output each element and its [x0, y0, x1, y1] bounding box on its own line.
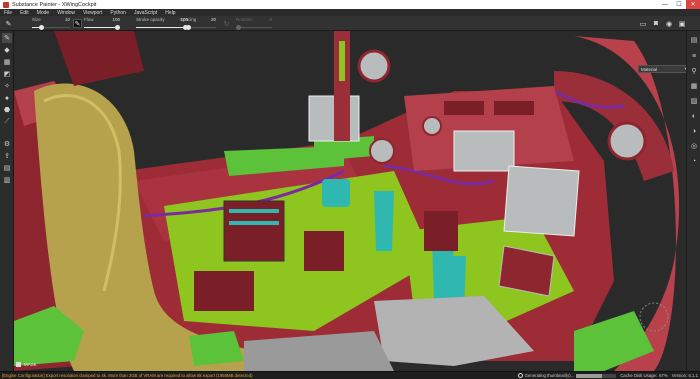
- rotation-value: 0: [269, 17, 272, 22]
- app-logo-icon: [3, 1, 9, 8]
- joystick-left: [374, 191, 394, 251]
- rotation-slider-knob: [236, 25, 241, 30]
- material-mode-value: Material: [641, 66, 658, 72]
- eraser-icon[interactable]: ◆: [2, 45, 12, 55]
- spacing-slider-knob[interactable]: [186, 25, 191, 30]
- tool-properties-bar: ✎ Size 10 ✎ Flow 100 Stroke opacity 100 …: [0, 16, 700, 31]
- size-value: 10: [64, 17, 70, 22]
- title-bar: Substance Painter - XWingCockpit — ☐ ✕: [0, 0, 700, 9]
- status-right: Generating thumbnail(s)... Cache Disk Us…: [517, 373, 698, 378]
- menu-window[interactable]: Window: [57, 10, 75, 16]
- maximize-button[interactable]: ☐: [672, 0, 686, 9]
- screenshot-icon[interactable]: ◙: [650, 18, 662, 30]
- color-picker-icon[interactable]: ⟋: [2, 117, 12, 127]
- progress-label: Generating thumbnail(s)...: [524, 373, 575, 378]
- mask-checkbox[interactable]: [16, 362, 21, 367]
- cache-label: Cache Disk Usage:: [620, 373, 658, 378]
- log-icon[interactable]: ◎: [689, 141, 699, 151]
- flow-value: 100: [112, 17, 120, 22]
- layers-panel-icon[interactable]: ≡: [689, 51, 699, 61]
- stroke-opacity-label: Stroke opacity: [136, 17, 165, 22]
- status-bar: [Engine Configuration] Export resolution…: [0, 371, 700, 379]
- rotation-slider: Rotation 0: [236, 17, 272, 30]
- window-controls: — ☐ ✕: [658, 0, 700, 9]
- camera-icon[interactable]: ▭: [637, 18, 649, 30]
- menu-mode[interactable]: Mode: [37, 10, 50, 16]
- menu-javascript[interactable]: JavaScript: [134, 10, 157, 16]
- screen-center: [453, 130, 515, 172]
- shelf-icon[interactable]: ▤: [689, 35, 699, 45]
- status-message: [Engine Configuration] Export resolution…: [2, 373, 253, 378]
- texture-set-icon[interactable]: ▥: [2, 175, 12, 185]
- version-label: Version: 6.1.1: [671, 373, 698, 378]
- size-slider[interactable]: Size 10: [32, 17, 70, 30]
- dial-right: [607, 121, 647, 161]
- spacing-value: 20: [210, 17, 216, 22]
- brush-settings-icon[interactable]: ✎: [4, 19, 13, 28]
- progress-bar: [576, 373, 617, 378]
- size-label: Size: [32, 17, 41, 22]
- menu-file[interactable]: File: [4, 10, 12, 16]
- render-icon[interactable]: ◉: [663, 18, 675, 30]
- flow-label: Flow: [84, 17, 94, 22]
- mask-label: MASK: [24, 362, 37, 367]
- menu-python[interactable]: Python: [110, 10, 126, 16]
- menu-edit[interactable]: Edit: [20, 10, 29, 16]
- color-swatch-icon[interactable]: ✎: [73, 19, 82, 28]
- viewport-mode-icon[interactable]: ▣: [676, 18, 688, 30]
- right-toolbar: ▤ ≡ ⚲ ▦ ▨ ◐ ◑ ◎ ◔: [686, 31, 700, 371]
- shader-settings-icon[interactable]: ◑: [689, 126, 699, 136]
- mask-indicator[interactable]: MASK: [16, 361, 37, 368]
- bake-icon[interactable]: ⚙: [2, 139, 12, 149]
- material-mode-select[interactable]: Material ▾: [638, 65, 686, 73]
- brush-icon[interactable]: ✎: [2, 33, 12, 43]
- menu-viewport[interactable]: Viewport: [83, 10, 102, 16]
- close-button[interactable]: ✕: [686, 0, 700, 9]
- loading-spinner-icon: [517, 373, 523, 378]
- geometry-decal-icon[interactable]: ◩: [2, 69, 12, 79]
- dial-top: [357, 49, 391, 83]
- rotation-lock-icon: ↻: [223, 20, 230, 28]
- spacing-label: Spacing: [180, 17, 197, 22]
- left-toolbar: ✎ ◆ ▦ ◩ ✧ ● ⬣ ⟋ ⚙ ⇪ ▤ ▥: [0, 31, 14, 371]
- clone-icon[interactable]: ●: [2, 93, 12, 103]
- history-icon[interactable]: ▨: [689, 96, 699, 106]
- cockpit-render: [14, 31, 686, 371]
- chevron-down-icon: ▾: [684, 66, 686, 71]
- flow-slider-knob[interactable]: [115, 25, 120, 30]
- size-slider-knob[interactable]: [39, 25, 44, 30]
- menu-bar: File Edit Mode Window Viewport Python Ja…: [0, 9, 700, 16]
- cache-value: 67%: [659, 373, 668, 378]
- export-icon[interactable]: ⇪: [2, 151, 12, 161]
- flow-slider[interactable]: Flow 100: [84, 17, 120, 30]
- viewport-3d[interactable]: Material ▾: [14, 31, 686, 371]
- smudge-icon[interactable]: ✧: [2, 81, 12, 91]
- texture-set-settings-icon[interactable]: ▦: [689, 81, 699, 91]
- progress-bar-fill: [576, 373, 603, 378]
- screen-right: [503, 165, 580, 237]
- display-settings-icon[interactable]: ◐: [689, 111, 699, 121]
- layers-icon[interactable]: ▤: [2, 163, 12, 173]
- polygon-fill-icon[interactable]: ⬣: [2, 105, 12, 115]
- spacing-slider[interactable]: Spacing 20: [180, 17, 216, 30]
- teal-box: [322, 179, 350, 207]
- menu-help[interactable]: Help: [165, 10, 175, 16]
- viewport-top-icons: ▭ ◙ ◉ ▣: [636, 16, 688, 31]
- rotation-label: Rotation: [236, 17, 253, 22]
- properties-icon[interactable]: ⚲: [689, 66, 699, 76]
- minimize-button[interactable]: —: [658, 0, 672, 9]
- window-title: Substance Painter - XWingCockpit: [12, 1, 97, 8]
- viewer-settings-icon[interactable]: ◔: [689, 156, 699, 166]
- projection-icon[interactable]: ▦: [2, 57, 12, 67]
